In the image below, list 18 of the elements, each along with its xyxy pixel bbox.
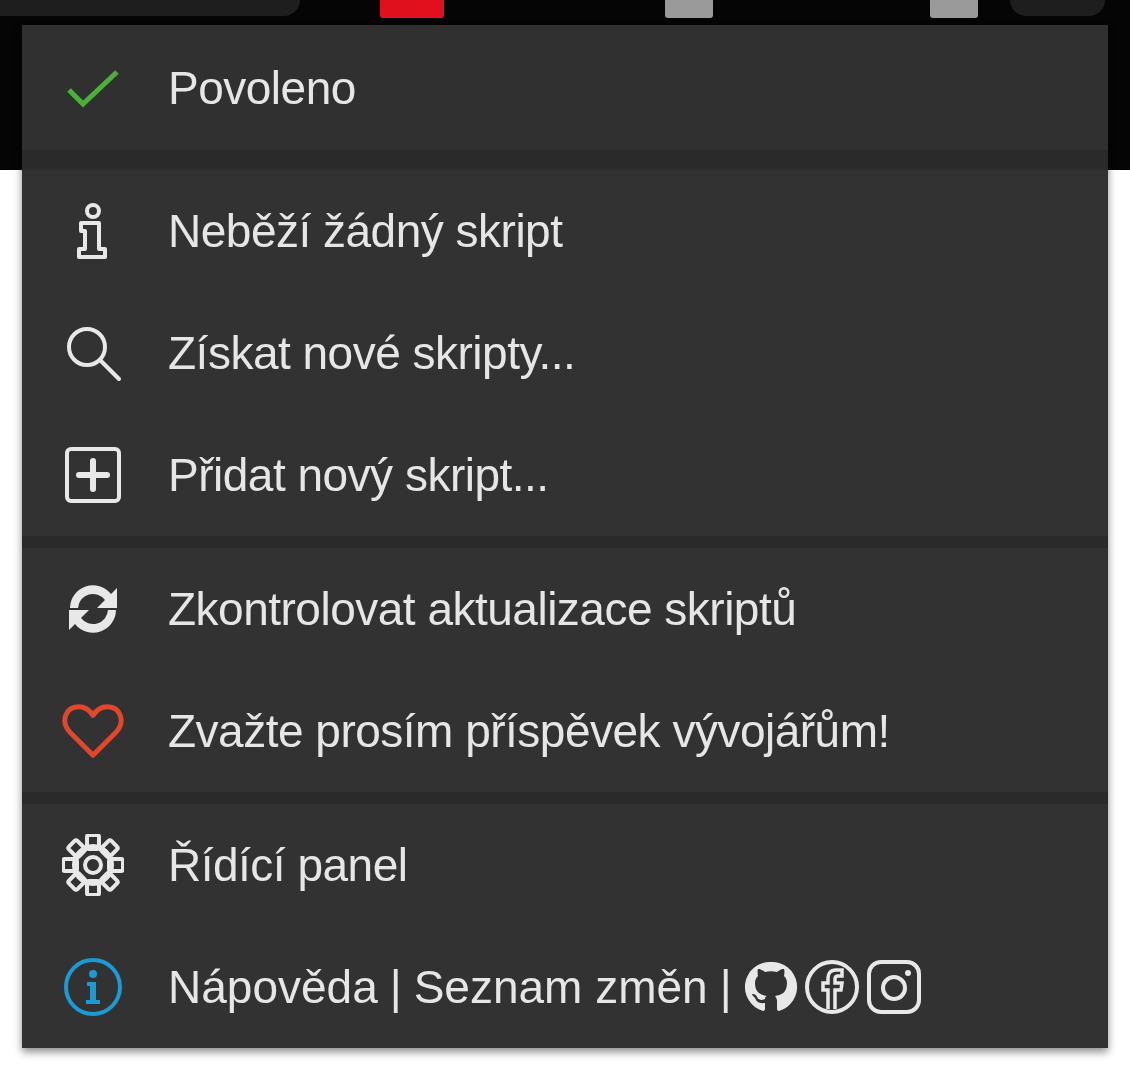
menu-item[interactable]: Získat nové skripty... [168, 326, 576, 380]
facebook-icon[interactable] [803, 959, 860, 1015]
add-icon [64, 446, 122, 504]
menu-item[interactable]: Přidat nový skript... [168, 448, 549, 502]
status-text: Neběží žádný skript [168, 204, 563, 258]
help-icon [62, 956, 124, 1018]
help-link[interactable]: Nápověda [168, 960, 378, 1014]
menu-item[interactable]: Zvažte prosím příspěvek vývojářům! [168, 704, 890, 758]
gear-icon [62, 834, 124, 896]
enable-toggle[interactable]: Povoleno [168, 60, 356, 115]
heart-icon [62, 702, 124, 760]
instagram-icon[interactable] [865, 959, 922, 1015]
changelog-link[interactable]: Seznam změn [413, 960, 708, 1014]
separator-text: | [389, 960, 402, 1014]
menu-item[interactable]: Řídící panel [168, 838, 408, 892]
separator-text: | [719, 960, 732, 1014]
menu-item[interactable]: Zkontrolovat aktualizace skriptů [168, 582, 797, 636]
github-icon[interactable] [743, 960, 798, 1014]
